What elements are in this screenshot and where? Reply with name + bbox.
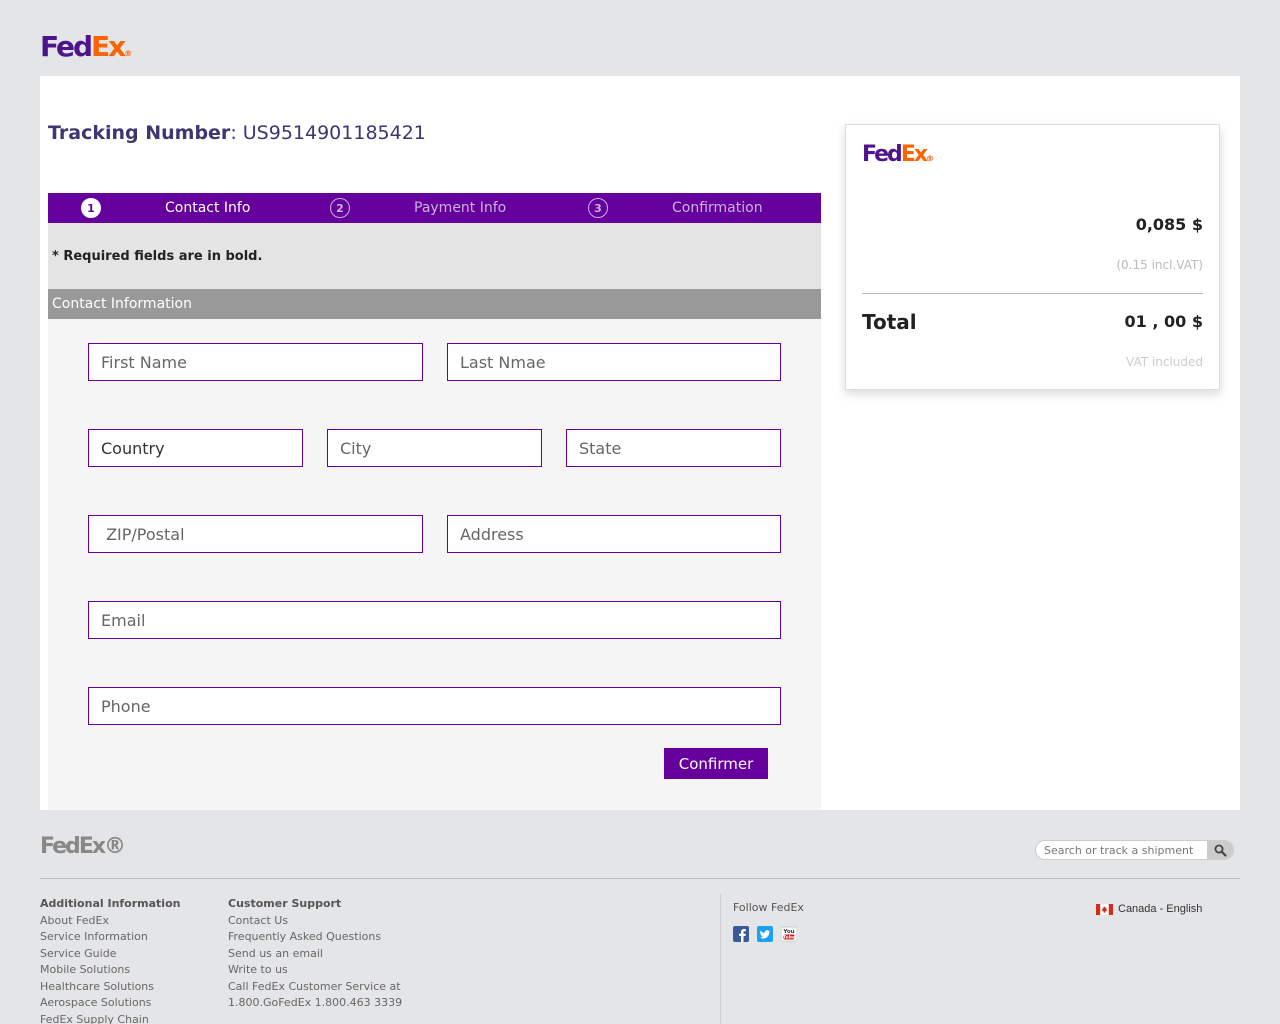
facebook-icon[interactable] [733, 926, 749, 942]
step-contact-info: 1 Contact Info [81, 193, 250, 223]
tracking-number: Tracking Number: US9514901185421 [48, 122, 426, 144]
first-name-input[interactable] [88, 343, 423, 381]
section-title: Contact Information [48, 289, 821, 319]
fedex-logo[interactable]: FedEx® [40, 30, 132, 71]
footer-search [1035, 840, 1234, 860]
search-button[interactable] [1207, 841, 1233, 859]
footer-text: Call FedEx Customer Service at [228, 979, 401, 993]
state-input[interactable] [566, 429, 781, 467]
step-label: Payment Info [414, 200, 507, 216]
required-note-band: * Required fields are in bold. [48, 223, 821, 289]
footer-link[interactable]: Contact Us [228, 913, 402, 930]
main-content: Tracking Number: US9514901185421 1 Conta… [40, 76, 1240, 810]
footer-link[interactable]: Service Guide [40, 946, 180, 963]
total-label: Total [862, 310, 917, 334]
vat-included-note: VAT included [1126, 355, 1203, 369]
phone-input[interactable] [88, 687, 781, 725]
step-number: 3 [588, 198, 608, 218]
svg-text:You: You [782, 929, 794, 935]
vat-note: (0.15 incl.VAT) [1116, 258, 1203, 272]
locale-selector[interactable]: Canada - English [1096, 903, 1202, 915]
footer-col-additional-info: Additional Information About FedEx Servi… [40, 896, 180, 1024]
confirm-button[interactable]: Confirmer [664, 748, 768, 779]
footer-phone[interactable]: 1.800.GoFedEx 1.800.463 3339 [228, 995, 402, 1012]
city-input[interactable] [327, 429, 542, 467]
step-label: Confirmation [672, 200, 763, 216]
youtube-icon[interactable]: You Tube [780, 926, 798, 942]
progress-steps: 1 Contact Info 2 Payment Info 3 Confirma… [48, 193, 821, 223]
tracking-number-value: US9514901185421 [242, 122, 426, 144]
zip-input[interactable] [88, 515, 423, 553]
footer-fedex-logo[interactable]: FedEx® [40, 834, 126, 860]
last-name-input[interactable] [447, 343, 781, 381]
search-input[interactable] [1036, 841, 1208, 859]
footer-col-title: Additional Information [40, 897, 181, 910]
fedex-logo: FedEx® [862, 142, 935, 167]
search-icon [1214, 844, 1227, 857]
country-input[interactable] [88, 429, 303, 467]
step-confirmation: 3 Confirmation [588, 193, 763, 223]
contact-form: Confirmer [48, 319, 821, 810]
footer-link[interactable]: Frequently Asked Questions [228, 929, 402, 946]
locale-label: Canada - English [1118, 903, 1203, 915]
footer-col-title: Customer Support [228, 897, 342, 910]
price-amount: 0,085 $ [1135, 215, 1203, 234]
email-input[interactable] [88, 601, 781, 639]
svg-text:Tube: Tube [783, 935, 795, 941]
required-fields-note: * Required fields are in bold. [52, 249, 263, 264]
step-payment-info: 2 Payment Info [330, 193, 506, 223]
footer-col-customer-support: Customer Support Contact Us Frequently A… [228, 896, 402, 1012]
address-input[interactable] [447, 515, 781, 553]
summary-divider [862, 293, 1203, 294]
step-number: 1 [81, 198, 101, 218]
twitter-icon[interactable] [757, 926, 773, 942]
step-label: Contact Info [165, 200, 251, 216]
site-footer: FedEx® Additional Information About FedE… [0, 810, 1280, 1024]
order-summary-card: FedEx® 0,085 $ (0.15 incl.VAT) Total 01 … [845, 124, 1220, 390]
total-amount: 01 , 00 $ [1124, 312, 1203, 331]
footer-link[interactable]: Healthcare Solutions [40, 979, 180, 996]
footer-link[interactable]: Service Information [40, 929, 180, 946]
follow-label: Follow FedEx [733, 901, 804, 914]
footer-vertical-divider [720, 894, 721, 1024]
step-number: 2 [330, 198, 350, 218]
canada-flag-icon [1096, 903, 1113, 915]
site-header: FedEx® [0, 0, 1280, 76]
footer-link[interactable]: Write to us [228, 962, 402, 979]
footer-link[interactable]: About FedEx [40, 913, 180, 930]
footer-link[interactable]: Aerospace Solutions [40, 995, 180, 1012]
footer-link[interactable]: Mobile Solutions [40, 962, 180, 979]
footer-link[interactable]: FedEx Supply Chain [40, 1012, 180, 1024]
footer-divider [40, 878, 1240, 879]
footer-link[interactable]: Send us an email [228, 946, 402, 963]
